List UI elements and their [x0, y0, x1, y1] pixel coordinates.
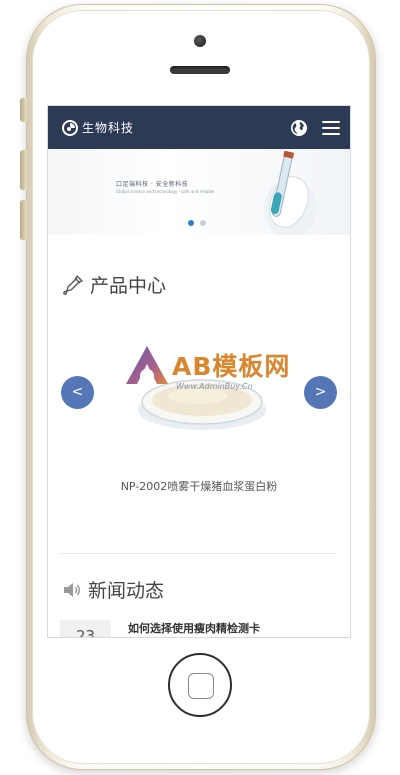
news-headline[interactable]: 如何选择使用瘦肉精检测卡: [128, 620, 260, 637]
banner-subline: Global science and technology · safe and…: [116, 189, 215, 194]
banner-dot-2[interactable]: [200, 220, 206, 226]
banner-pagination: [188, 220, 206, 226]
products-title: 产品中心: [90, 275, 167, 297]
front-camera: [194, 35, 206, 47]
carousel-next-button[interactable]: >: [304, 376, 337, 409]
watermark-logo-icon: [126, 346, 168, 384]
hamburger-menu-icon[interactable]: [322, 120, 340, 135]
earpiece-speaker: [170, 66, 230, 74]
silent-switch: [20, 98, 27, 122]
news-date: 23: [60, 620, 111, 637]
watermark-text: AB模板网: [172, 352, 291, 381]
home-button[interactable]: [168, 653, 232, 717]
header-actions: [290, 119, 340, 137]
section-divider: [60, 553, 336, 554]
pipette-icon: [63, 274, 83, 295]
brand-name[interactable]: 生物科技: [82, 119, 134, 136]
speaker-icon: [64, 582, 80, 597]
swirl-logo-icon[interactable]: [62, 119, 78, 136]
globe-icon[interactable]: [290, 119, 308, 137]
news-list-item[interactable]: 23 如何选择使用瘦肉精检测卡: [60, 620, 260, 637]
banner-tagline: 口足端科技 · 安全新科技: [116, 181, 189, 188]
products-heading: 产品中心: [48, 271, 350, 298]
news-title: 新闻动态: [88, 580, 165, 602]
product-carousel: AB模板网 Www.AdminBuy.Cn < > NP-2002喷雾干燥猪血浆…: [48, 338, 350, 493]
product-name[interactable]: NP-2002喷雾干燥猪血浆蛋白粉: [48, 478, 350, 494]
phone-screen: 生物科技 口足端科技 · 安全新科技 Global science and te…: [47, 105, 351, 638]
site-header: 生物科技: [48, 106, 350, 149]
volume-up-button: [20, 150, 27, 190]
carousel-prev-button[interactable]: <: [61, 376, 94, 409]
watermark: AB模板网: [124, 344, 290, 386]
news-heading: 新闻动态: [48, 576, 164, 603]
test-tube-hand-image: [264, 150, 316, 235]
watermark-url: Www.AdminBuy.Cn: [176, 382, 253, 391]
banner-dot-1[interactable]: [188, 220, 194, 226]
volume-down-button: [20, 200, 27, 240]
